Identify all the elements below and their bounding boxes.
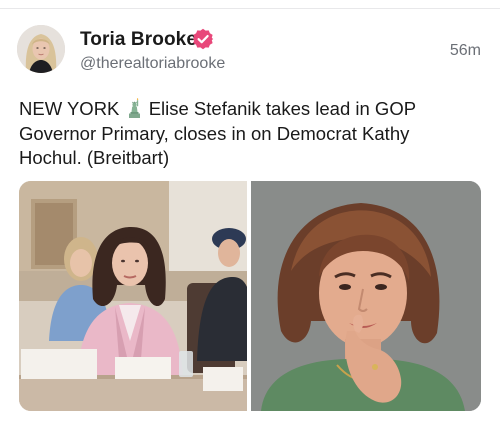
post-text-line: Governor Primary, closes in on Democrat … xyxy=(19,122,410,144)
post-timestamp[interactable]: 56m xyxy=(450,42,481,60)
post-text-segment: Elise Stefanik takes lead in GOP xyxy=(148,98,417,119)
photo-right[interactable] xyxy=(251,181,481,411)
photo-left[interactable] xyxy=(19,181,247,411)
author-name[interactable]: Toria Brooke xyxy=(80,29,197,51)
post-text-line: NEW YORK Elise Stefanik takes lead in GO… xyxy=(19,97,481,122)
author-handle[interactable]: @therealtoriabrooke xyxy=(80,55,225,73)
post-text-line: Hochul. (Breitbart) xyxy=(19,147,170,168)
post-text-segment: NEW YORK xyxy=(19,98,120,119)
top-divider xyxy=(0,8,500,9)
verified-badge-icon xyxy=(192,28,214,50)
post-text: NEW YORK Elise Stefanik takes lead in GO… xyxy=(19,97,481,171)
avatar[interactable] xyxy=(17,25,65,73)
statue-of-liberty-icon xyxy=(126,98,143,118)
